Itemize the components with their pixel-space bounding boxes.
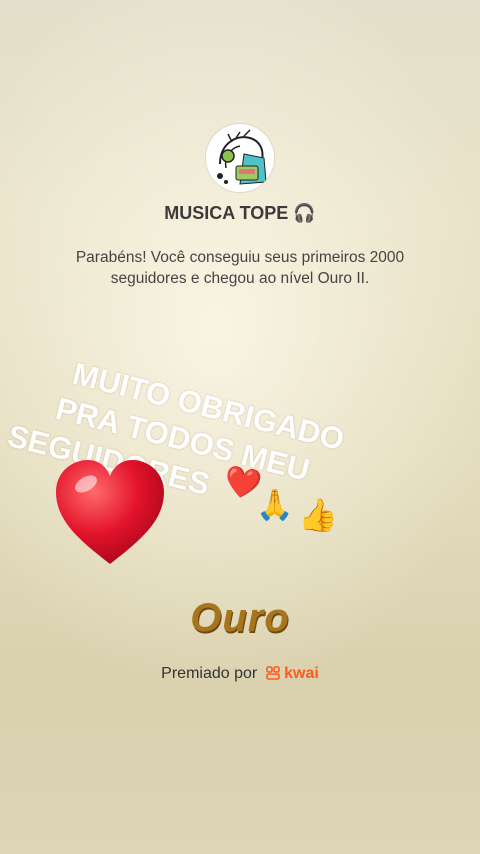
kwai-icon bbox=[265, 666, 280, 680]
headphones-listener-icon bbox=[206, 124, 274, 192]
headphone-icon: 🎧 bbox=[293, 203, 316, 223]
kwai-brand-text: kwai bbox=[284, 665, 319, 682]
achievement-message: Parabéns! Você conseguiu seus primeiros … bbox=[75, 249, 405, 287]
channel-name[interactable]: MUSICA TOPE 🎧 bbox=[0, 203, 480, 224]
channel-name-text: MUSICA TOPE bbox=[164, 203, 289, 223]
level-name: Ouro bbox=[190, 596, 290, 640]
channel-avatar[interactable] bbox=[206, 124, 274, 192]
pray-icon: 🙏 bbox=[256, 489, 294, 522]
awarded-by-label: Premiado por bbox=[161, 665, 258, 682]
kwai-logo[interactable]: kwai bbox=[265, 665, 319, 682]
thumbs-up-icon: 👍 bbox=[298, 497, 338, 533]
awarded-by: Premiado por kwai bbox=[0, 665, 480, 683]
big-heart-icon bbox=[56, 460, 164, 564]
